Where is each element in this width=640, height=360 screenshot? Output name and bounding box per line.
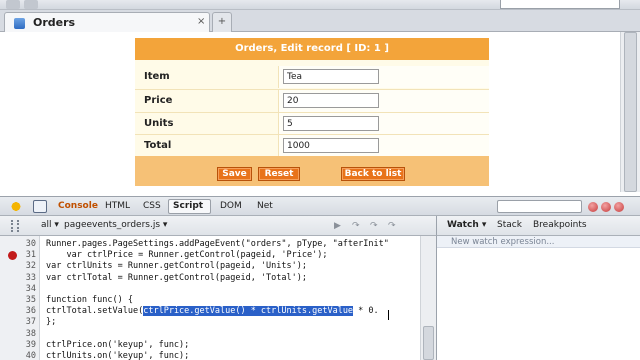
field-label-price: Price (144, 95, 173, 106)
code-text: var ctrlTotal = Runner.getControl(pageid… (46, 272, 307, 283)
code-line[interactable]: 40 ctrlUnits.on('keyup', func); (0, 351, 420, 360)
code-line[interactable]: 34 (0, 284, 420, 295)
text-cursor (388, 310, 389, 320)
code-line[interactable]: 32 var ctrlUnits = Runner.getControl(page… (0, 261, 420, 272)
code-scrollbar-thumb[interactable] (423, 326, 434, 360)
tab-bar: Orders × + (0, 10, 640, 32)
field-row-units: Units (135, 112, 489, 135)
edit-record-form: Orders, Edit record [ ID: 1 ] Item Price… (135, 38, 489, 186)
code-scrollbar[interactable] (420, 236, 436, 360)
script-scope-select[interactable]: all ▾ (41, 220, 59, 230)
line-number[interactable]: 38 (18, 329, 36, 340)
new-watch-expression-input[interactable]: New watch expression... (437, 236, 640, 248)
line-number[interactable]: 36 (18, 306, 36, 317)
code-text-after-selection: * 0. (353, 306, 379, 317)
line-number[interactable]: 30 (18, 239, 36, 250)
page-scrollbar-thumb[interactable] (624, 32, 637, 192)
field-label-units: Units (144, 118, 174, 129)
line-number[interactable]: 40 (18, 351, 36, 360)
close-icon[interactable] (614, 202, 624, 212)
firebug-search-input[interactable] (497, 200, 582, 213)
step-over-icon[interactable]: ↷ (370, 221, 380, 231)
firebug-toolbar: Console HTML CSS Script ▾ DOM Net (0, 196, 640, 224)
tab-orders[interactable]: Orders × (4, 12, 210, 32)
code-line[interactable]: 31 var ctrlPrice = Runner.getControl(pag… (0, 250, 420, 261)
watch-panel: New watch expression... (436, 236, 640, 360)
code-line[interactable]: 37}; (0, 317, 420, 328)
code-text: ctrlUnits.on('keyup', func); (46, 351, 190, 360)
browser-search-input[interactable] (500, 0, 620, 9)
step-into-icon[interactable]: ↷ (352, 221, 362, 231)
back-icon[interactable] (6, 0, 20, 9)
save-button[interactable]: Save (217, 167, 252, 181)
tab-breakpoints[interactable]: Breakpoints (533, 220, 587, 230)
total-input[interactable] (283, 138, 379, 153)
field-label-total: Total (144, 140, 172, 151)
new-tab-button[interactable]: + (212, 12, 232, 32)
inspect-icon[interactable] (33, 200, 47, 213)
step-out-icon[interactable]: ↷ (388, 221, 398, 231)
browser-toolbar (0, 0, 640, 10)
field-row-price: Price (135, 89, 489, 112)
breakpoint-icon[interactable] (8, 251, 17, 261)
code-text: function func() { (46, 295, 133, 305)
code-text: }; (46, 317, 57, 328)
code-panel[interactable]: 30 Runner.pages.PageSettings.addPageEvent… (0, 236, 420, 360)
tab-title: Orders (33, 16, 76, 29)
code-line[interactable]: 36 ctrlTotal.setValue(ctrlPrice.getValue(… (0, 306, 420, 317)
form-footer: Save Reset Back to list (135, 156, 489, 186)
line-number[interactable]: 31 (18, 250, 36, 261)
line-number[interactable]: 33 (18, 273, 36, 284)
minimize-icon[interactable] (588, 202, 598, 212)
script-file-select[interactable]: pageevents_orders.js ▾ (64, 220, 167, 230)
tab-dom[interactable]: DOM (220, 201, 242, 211)
code-text: Runner.pages.PageSettings.addPageEvent("… (46, 239, 389, 249)
field-row-item: Item (135, 66, 489, 88)
tab-net[interactable]: Net (257, 201, 273, 211)
field-label-item: Item (144, 71, 170, 82)
code-line[interactable]: 35 function func() { (0, 295, 420, 306)
line-number[interactable]: 35 (18, 295, 36, 306)
tab-console[interactable]: Console (58, 201, 98, 211)
detach-icon[interactable] (601, 202, 611, 212)
code-text: var ctrlPrice = Runner.getControl(pageid… (46, 250, 328, 261)
continue-icon[interactable]: ▶ (334, 221, 344, 231)
code-text: ctrlPrice.on('keyup', func); (46, 339, 190, 350)
code-text-before-selection: ctrlTotal.setValue( (46, 306, 144, 317)
line-number[interactable]: 37 (18, 317, 36, 328)
tab-html[interactable]: HTML (105, 201, 130, 211)
code-line[interactable]: 39 ctrlPrice.on('keyup', func); (0, 340, 420, 351)
line-number[interactable]: 34 (18, 284, 36, 295)
script-toolbar: all ▾ pageevents_orders.js ▾ ▶ ↷ ↷ ↷ (0, 216, 436, 236)
reset-button[interactable]: Reset (258, 167, 300, 181)
firebug-bug-icon[interactable] (9, 200, 23, 213)
price-input[interactable] (283, 93, 379, 108)
forward-icon[interactable] (24, 0, 38, 9)
line-number[interactable]: 32 (18, 261, 36, 272)
page-scrollbar[interactable] (620, 32, 640, 192)
tab-watch[interactable]: Watch ▾ (447, 220, 486, 230)
code-line[interactable]: 38 (0, 329, 420, 340)
watch-toolbar: Watch ▾ Stack Breakpoints (436, 216, 640, 236)
field-row-total: Total (135, 134, 489, 157)
item-input[interactable] (283, 69, 379, 84)
tab-stack[interactable]: Stack (497, 220, 522, 230)
code-text: ctrlTotal.setValue(ctrlPrice.getValue() … (46, 306, 379, 317)
line-number[interactable]: 39 (18, 340, 36, 351)
form-title: Orders, Edit record [ ID: 1 ] (135, 38, 489, 60)
tab-script[interactable]: Script ▾ (168, 199, 211, 224)
selected-code: ctrlPrice.getValue() * ctrlUnits.getValu… (143, 306, 354, 317)
back-to-list-button[interactable]: Back to list (341, 167, 405, 181)
units-input[interactable] (283, 116, 379, 131)
tab-close-icon[interactable]: × (197, 16, 205, 27)
pause-icon[interactable] (11, 220, 19, 232)
code-text: var ctrlUnits = Runner.getControl(pageid… (46, 261, 307, 272)
code-line[interactable]: 33 var ctrlTotal = Runner.getControl(page… (0, 273, 420, 284)
page-favicon-icon (14, 18, 25, 29)
tab-css[interactable]: CSS (143, 201, 161, 211)
code-line[interactable]: 30 Runner.pages.PageSettings.addPageEvent… (0, 239, 420, 250)
